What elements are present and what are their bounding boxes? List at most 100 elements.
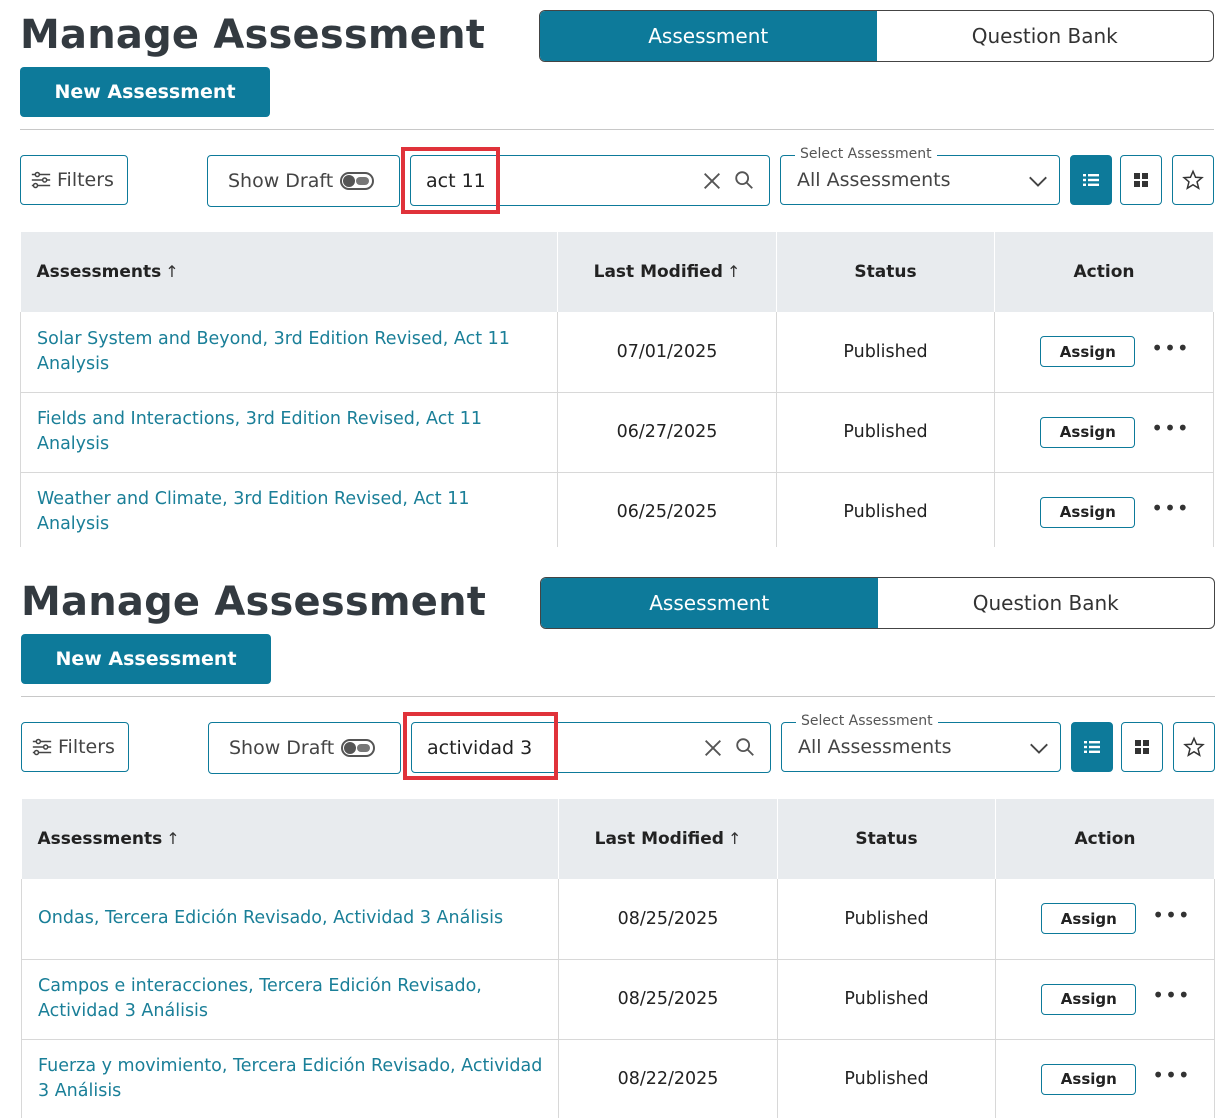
divider: [20, 129, 1214, 130]
table-row: Campos e interacciones, Tercera Edición …: [21, 959, 1215, 1040]
show-draft-label: Show Draft: [228, 170, 334, 192]
last-modified-cell: 08/22/2025: [558, 1039, 778, 1118]
status-cell: Published: [777, 879, 996, 960]
screenshot-panel-act-11: Manage Assessment Assessment Question Ba…: [20, 10, 1214, 547]
filters-label: Filters: [57, 169, 114, 191]
assign-button[interactable]: Assign: [1040, 496, 1136, 528]
filters-label: Filters: [58, 736, 115, 758]
show-draft-toggle[interactable]: [340, 172, 375, 190]
assessment-name-link[interactable]: Fields and Interactions, 3rd Edition Rev…: [20, 392, 558, 473]
last-modified-cell: 06/25/2025: [557, 472, 777, 547]
favorites-button[interactable]: [1172, 155, 1214, 205]
column-header-last-modified[interactable]: Last Modified ↑: [558, 799, 778, 879]
assessment-name-link[interactable]: Solar System and Beyond, 3rd Edition Rev…: [20, 312, 558, 393]
status-cell: Published: [776, 392, 995, 473]
column-header-status: Status: [776, 232, 995, 312]
select-assessment-label: Select Assessment: [796, 713, 938, 729]
chevron-down-icon: [1029, 176, 1047, 187]
show-draft-label: Show Draft: [229, 737, 335, 759]
show-draft-control: Show Draft: [208, 722, 401, 774]
assessment-select[interactable]: Select Assessment All Assessments: [781, 713, 1061, 772]
assessment-name-link[interactable]: Campos e interacciones, Tercera Edición …: [21, 959, 559, 1040]
assign-button[interactable]: Assign: [1041, 1063, 1137, 1095]
tab-question-bank[interactable]: Question Bank: [878, 578, 1215, 628]
star-icon: [1183, 736, 1205, 757]
assessment-name-link[interactable]: Ondas, Tercera Edición Revisado, Activid…: [21, 879, 559, 960]
view-tab-switcher: Assessment Question Bank: [539, 10, 1214, 62]
sliders-icon: [31, 171, 51, 189]
search-input[interactable]: [426, 165, 686, 197]
more-options-icon[interactable]: •••: [1151, 498, 1189, 521]
status-cell: Published: [776, 472, 995, 547]
tab-assessment[interactable]: Assessment: [540, 11, 877, 61]
search-box: [410, 155, 770, 206]
show-draft-control: Show Draft: [207, 155, 400, 207]
favorites-button[interactable]: [1173, 722, 1215, 772]
column-header-label: Last Modified: [594, 829, 724, 849]
list-icon: [1083, 174, 1099, 186]
more-options-icon[interactable]: •••: [1151, 418, 1189, 441]
list-view-button[interactable]: [1070, 155, 1112, 205]
column-header-assessments[interactable]: Assessments ↑: [20, 232, 558, 312]
column-header-label: Assessments: [37, 829, 163, 849]
assign-button[interactable]: Assign: [1041, 983, 1137, 1015]
select-assessment-value: All Assessments: [798, 736, 952, 758]
assessments-table: Assessments ↑ Last Modified ↑ Status Actio…: [21, 799, 1215, 1118]
close-icon[interactable]: [702, 737, 724, 759]
table-row: Fields and Interactions, 3rd Edition Rev…: [20, 392, 1214, 473]
column-header-label: Assessments: [36, 262, 162, 282]
select-assessment-label: Select Assessment: [795, 146, 937, 162]
assessment-select[interactable]: Select Assessment All Assessments: [780, 146, 1060, 205]
sort-arrow-up-icon: ↑: [165, 262, 179, 281]
last-modified-cell: 08/25/2025: [558, 879, 778, 960]
table-row: Solar System and Beyond, 3rd Edition Rev…: [20, 312, 1214, 393]
search-box: [411, 722, 771, 773]
sort-arrow-up-icon: ↑: [727, 829, 742, 848]
select-assessment-value: All Assessments: [797, 169, 951, 191]
star-icon: [1182, 169, 1204, 190]
column-header-assessments[interactable]: Assessments ↑: [21, 799, 559, 879]
tab-question-bank[interactable]: Question Bank: [877, 11, 1214, 61]
assign-button[interactable]: Assign: [1040, 416, 1136, 448]
grid-icon: [1134, 173, 1148, 187]
search-icon[interactable]: [733, 169, 755, 191]
table-row: Ondas, Tercera Edición Revisado, Activid…: [21, 879, 1215, 960]
more-options-icon[interactable]: •••: [1152, 985, 1190, 1008]
table-row: Weather and Climate, 3rd Edition Revised…: [20, 472, 1214, 547]
show-draft-toggle[interactable]: [341, 739, 376, 757]
page-title: Manage Assessment: [21, 579, 487, 625]
grid-view-button[interactable]: [1121, 722, 1163, 772]
list-icon: [1084, 741, 1100, 753]
screenshot-panel-actividad-3: Manage Assessment Assessment Question Ba…: [21, 577, 1215, 1118]
grid-icon: [1135, 740, 1149, 754]
filters-button[interactable]: Filters: [20, 155, 128, 205]
last-modified-cell: 08/25/2025: [558, 959, 778, 1040]
last-modified-cell: 07/01/2025: [557, 312, 777, 393]
sort-arrow-up-icon: ↑: [726, 262, 741, 281]
more-options-icon[interactable]: •••: [1152, 1065, 1190, 1088]
tab-assessment[interactable]: Assessment: [541, 578, 878, 628]
new-assessment-button[interactable]: New Assessment: [21, 634, 271, 684]
view-tab-switcher: Assessment Question Bank: [540, 577, 1215, 629]
close-icon[interactable]: [701, 170, 723, 192]
grid-view-button[interactable]: [1120, 155, 1162, 205]
assign-button[interactable]: Assign: [1040, 336, 1136, 368]
column-header-action: Action: [995, 799, 1215, 879]
assessment-name-link[interactable]: Fuerza y movimiento, Tercera Edición Rev…: [21, 1039, 559, 1118]
last-modified-cell: 06/27/2025: [557, 392, 777, 473]
column-header-last-modified[interactable]: Last Modified ↑: [557, 232, 777, 312]
search-icon[interactable]: [734, 736, 756, 758]
search-input[interactable]: [427, 732, 687, 764]
more-options-icon[interactable]: •••: [1151, 338, 1189, 361]
assessment-name-link[interactable]: Weather and Climate, 3rd Edition Revised…: [20, 472, 558, 547]
action-cell: Assign •••: [994, 472, 1214, 547]
sort-arrow-up-icon: ↑: [166, 829, 180, 848]
assign-button[interactable]: Assign: [1041, 903, 1137, 935]
new-assessment-button[interactable]: New Assessment: [20, 67, 270, 117]
sliders-icon: [32, 738, 52, 756]
more-options-icon[interactable]: •••: [1152, 905, 1190, 928]
column-header-status: Status: [777, 799, 996, 879]
filters-button[interactable]: Filters: [21, 722, 129, 772]
list-view-button[interactable]: [1071, 722, 1113, 772]
column-header-action: Action: [994, 232, 1214, 312]
